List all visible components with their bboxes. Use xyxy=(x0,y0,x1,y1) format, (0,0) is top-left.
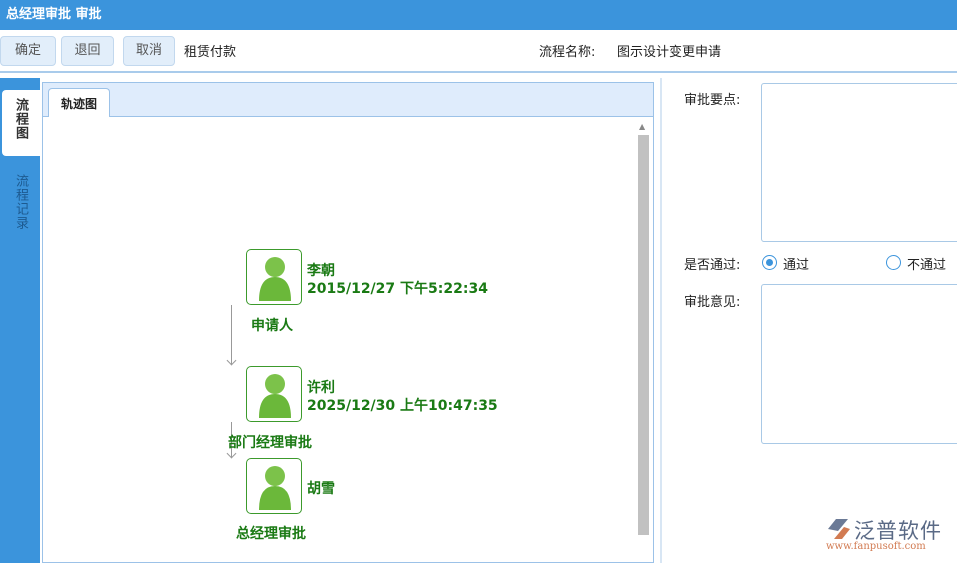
trace-panel: 轨迹图 ▲ xyxy=(42,82,654,563)
reject-radio[interactable] xyxy=(886,255,901,270)
user-icon xyxy=(259,257,291,301)
node-time: 2025/12/30 上午10:47:35 xyxy=(307,398,498,414)
sidebar: 流程图 流程记录 xyxy=(0,78,40,563)
logo-icon xyxy=(828,519,850,539)
flow-name-label: 流程名称: xyxy=(539,45,596,60)
confirm-button[interactable]: 确定 xyxy=(0,36,56,66)
pass-label: 是否通过: xyxy=(684,258,741,273)
node-time: 2015/12/27 下午5:22:34 xyxy=(307,281,488,297)
toolbar: 确定 退回 取消 租赁付款 流程名称: 图示设计变更申请 xyxy=(0,30,957,73)
node-user-name: 许利 xyxy=(307,380,335,396)
node-role: 总经理审批 xyxy=(236,526,306,542)
flow-node[interactable] xyxy=(246,366,302,422)
document-name: 租赁付款 xyxy=(184,45,237,60)
node-user-name: 胡雪 xyxy=(307,481,335,497)
opinion-label: 审批意见: xyxy=(684,295,741,310)
tab-trace-chart[interactable]: 轨迹图 xyxy=(48,88,111,117)
opinion-input[interactable] xyxy=(761,284,957,444)
node-role: 申请人 xyxy=(251,318,293,334)
flow-node[interactable] xyxy=(246,458,302,514)
pass-radio[interactable] xyxy=(762,255,777,270)
scrollbar[interactable]: ▲ xyxy=(636,119,650,562)
tab-flowchart[interactable]: 流程图 xyxy=(2,90,40,156)
node-user-name: 李朝 xyxy=(307,263,335,279)
scroll-up-icon[interactable]: ▲ xyxy=(639,122,645,131)
logo-url: www.fanpusoft.com xyxy=(826,541,926,552)
node-role: 部门经理审批 xyxy=(228,435,312,451)
scroll-thumb[interactable] xyxy=(638,135,649,535)
approval-points-label: 审批要点: xyxy=(684,93,741,108)
reject-radio-label[interactable]: 不通过 xyxy=(907,254,946,273)
user-icon xyxy=(259,374,291,418)
flow-node[interactable] xyxy=(246,249,302,305)
pass-radio-label[interactable]: 通过 xyxy=(783,254,809,273)
divider xyxy=(660,78,662,563)
cancel-button[interactable]: 取消 xyxy=(123,36,175,66)
approval-points-input[interactable] xyxy=(761,83,957,242)
return-button[interactable]: 退回 xyxy=(61,36,114,66)
window-title: 总经理审批 审批 xyxy=(0,0,957,30)
flow-name-value: 图示设计变更申请 xyxy=(617,45,722,60)
tab-flow-records[interactable]: 流程记录 xyxy=(2,166,40,238)
user-icon xyxy=(259,466,291,510)
